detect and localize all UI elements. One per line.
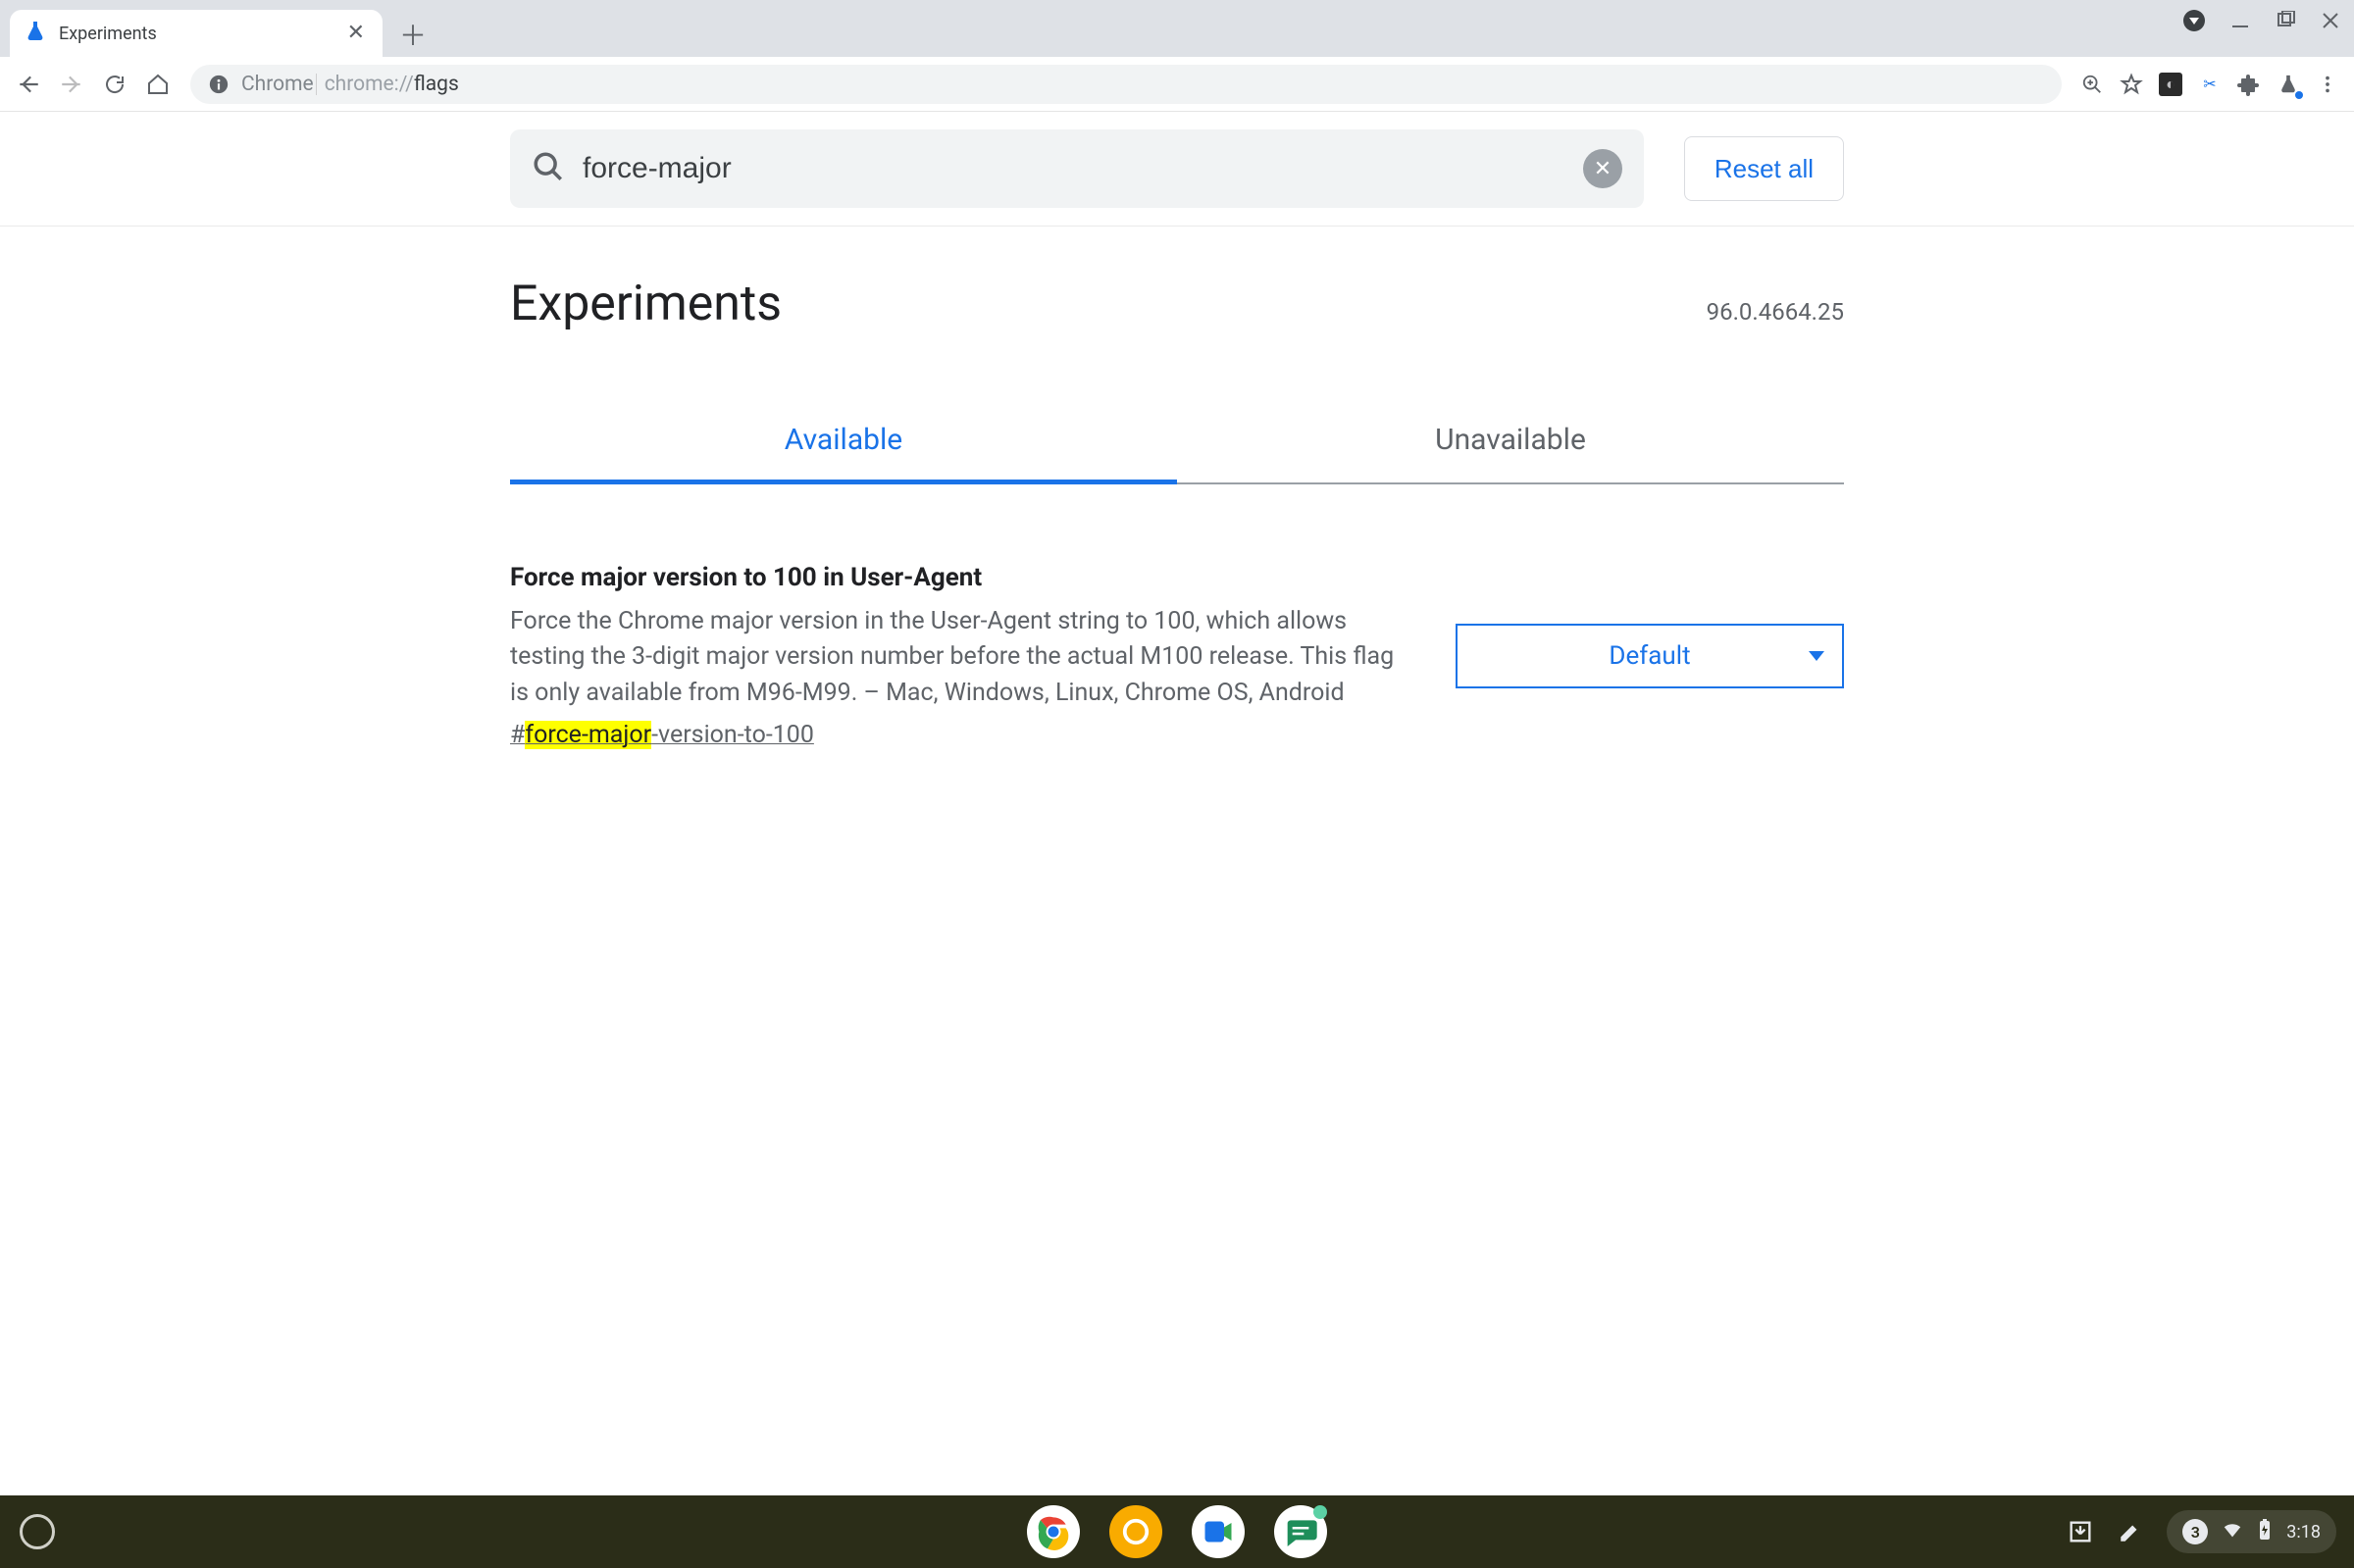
notification-count: 3 bbox=[2182, 1519, 2208, 1544]
nav-reload-button[interactable] bbox=[96, 66, 133, 103]
chevron-down-icon bbox=[1809, 651, 1824, 661]
flags-search-box[interactable]: ✕ bbox=[510, 129, 1644, 208]
search-icon bbox=[532, 150, 565, 187]
omnibox-separator bbox=[316, 74, 317, 95]
browser-tab[interactable]: Experiments ✕ bbox=[10, 10, 383, 57]
flag-description: Force the Chrome major version in the Us… bbox=[510, 604, 1416, 711]
extensions-puzzle-icon[interactable] bbox=[2232, 68, 2266, 101]
chrome-app-icon[interactable] bbox=[1027, 1505, 1080, 1558]
scissors-icon[interactable]: ✂ bbox=[2193, 68, 2226, 101]
flag-anchor-highlight: force-major bbox=[525, 721, 651, 749]
chrome-version: 96.0.4664.25 bbox=[1707, 298, 1844, 326]
new-tab-button[interactable]: ＋ bbox=[392, 14, 434, 55]
nav-forward-button[interactable] bbox=[53, 66, 90, 103]
nav-home-button[interactable] bbox=[139, 66, 177, 103]
reset-all-button[interactable]: Reset all bbox=[1684, 136, 1844, 201]
tray-download-icon[interactable] bbox=[2067, 1518, 2094, 1545]
tray-pen-icon[interactable] bbox=[2118, 1519, 2143, 1544]
flags-tabs: Available Unavailable bbox=[510, 401, 1844, 484]
omnibox-scheme: chrome:// bbox=[325, 73, 414, 96]
flags-page: ✕ Reset all Experiments 96.0.4664.25 Ava… bbox=[0, 112, 2354, 1495]
yellow-app-icon[interactable] bbox=[1109, 1505, 1162, 1558]
flag-anchor-suffix: -version-to-100 bbox=[651, 721, 814, 749]
close-tab-icon[interactable]: ✕ bbox=[343, 19, 369, 48]
tab-available[interactable]: Available bbox=[510, 401, 1177, 482]
nav-back-button[interactable] bbox=[10, 66, 47, 103]
flag-anchor-link[interactable]: #force-major-version-to-100 bbox=[510, 721, 814, 749]
search-input[interactable] bbox=[583, 152, 1565, 185]
sync-badge-icon[interactable] bbox=[2183, 10, 2205, 31]
browser-menu-icon[interactable] bbox=[2311, 68, 2344, 101]
shelf-status-area: 3 3:18 bbox=[2067, 1510, 2336, 1553]
omnibox[interactable]: Chrome chrome://flags bbox=[190, 65, 2062, 104]
flag-title: Force major version to 100 in User-Agent bbox=[510, 563, 1416, 592]
chromeos-shelf: 3 3:18 bbox=[0, 1495, 2354, 1568]
flask-icon bbox=[24, 20, 47, 47]
launcher-button[interactable] bbox=[20, 1514, 55, 1549]
tab-unavailable[interactable]: Unavailable bbox=[1177, 401, 1844, 482]
omnibox-address: Chrome chrome://flags bbox=[241, 73, 459, 96]
messages-app-icon[interactable] bbox=[1274, 1505, 1327, 1558]
page-title: Experiments bbox=[510, 276, 782, 332]
omnibox-origin-label: Chrome bbox=[241, 73, 314, 96]
window-minimize-icon[interactable] bbox=[2230, 11, 2250, 30]
omnibox-path: flags bbox=[414, 73, 459, 96]
flag-select-value: Default bbox=[1609, 641, 1690, 671]
site-info-icon[interactable] bbox=[208, 74, 230, 95]
shelf-apps bbox=[1027, 1505, 1327, 1558]
extension-square-icon[interactable]: ◐ bbox=[2154, 68, 2187, 101]
zoom-icon[interactable] bbox=[2075, 68, 2109, 101]
status-tray[interactable]: 3 3:18 bbox=[2167, 1510, 2336, 1553]
clear-search-button[interactable]: ✕ bbox=[1583, 149, 1622, 188]
window-controls bbox=[2183, 10, 2340, 31]
tab-title: Experiments bbox=[59, 24, 332, 44]
clock: 3:18 bbox=[2286, 1522, 2321, 1543]
wifi-icon bbox=[2222, 1519, 2243, 1544]
flag-anchor-prefix: # bbox=[510, 721, 525, 749]
bookmark-star-icon[interactable] bbox=[2115, 68, 2148, 101]
flag-select[interactable]: Default bbox=[1456, 624, 1844, 688]
browser-toolbar: Chrome chrome://flags ◐ ✂ bbox=[0, 57, 2354, 112]
battery-icon bbox=[2257, 1518, 2273, 1545]
window-close-icon[interactable] bbox=[2321, 11, 2340, 30]
window-maximize-icon[interactable] bbox=[2276, 11, 2295, 30]
duo-app-icon[interactable] bbox=[1192, 1505, 1245, 1558]
flag-entry: Force major version to 100 in User-Agent… bbox=[510, 563, 1844, 749]
tabstrip: Experiments ✕ ＋ bbox=[0, 0, 2354, 57]
flask-extension-icon[interactable] bbox=[2272, 68, 2305, 101]
